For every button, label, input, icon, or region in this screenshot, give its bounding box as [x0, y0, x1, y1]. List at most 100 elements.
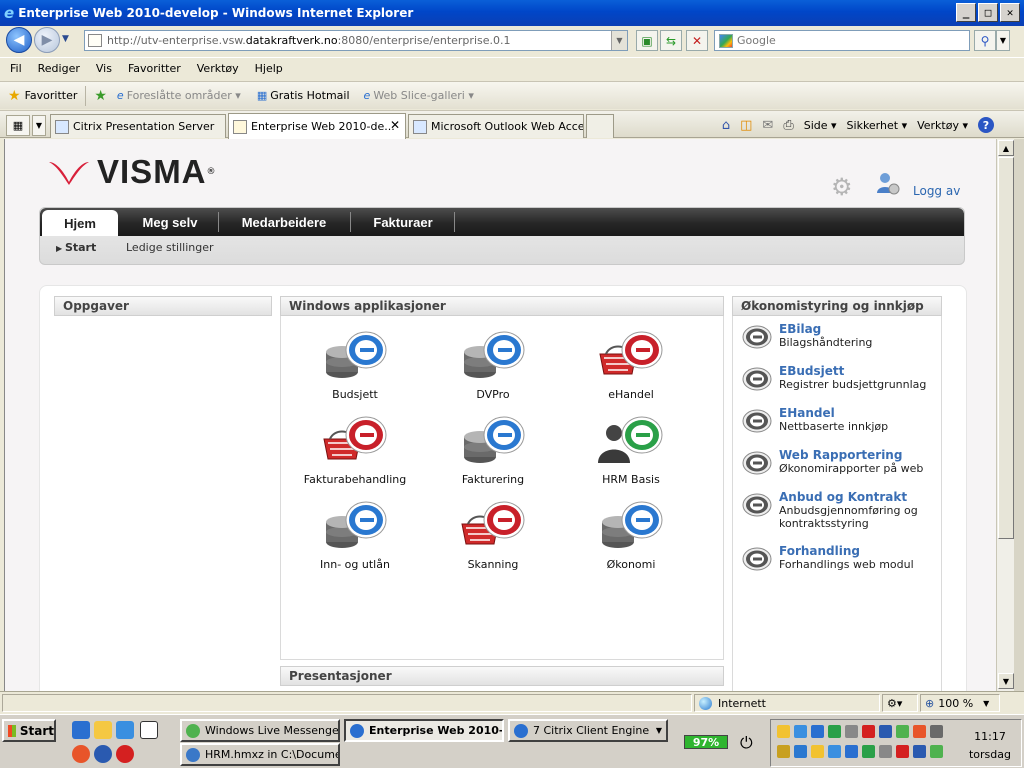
tray-icon[interactable] [862, 725, 875, 738]
safety-menu[interactable]: Sikkerhet ▾ [847, 119, 908, 132]
okonomi-item-title[interactable]: Forhandling [779, 544, 860, 558]
tray-icon[interactable] [930, 745, 943, 758]
page-menu[interactable]: Side ▾ [804, 119, 837, 132]
tray-icon[interactable] [811, 725, 824, 738]
stop-icon[interactable]: ✕ [686, 30, 708, 51]
nav-tab-meg-selv[interactable]: Meg selv [124, 208, 216, 236]
refresh-icon[interactable]: ⇆ [660, 30, 682, 51]
menu-favorites[interactable]: Favoritter [128, 62, 181, 75]
app-launcher-4[interactable]: Fakturering [433, 413, 553, 486]
nav-tab-fakturaer[interactable]: Fakturaer [354, 208, 452, 236]
mail-icon[interactable]: ✉ [762, 118, 773, 133]
app-quicklaunch-icon[interactable] [116, 721, 134, 739]
menu-help[interactable]: Hjelp [255, 62, 283, 75]
tray-icon[interactable] [896, 745, 909, 758]
tray-icon[interactable] [828, 725, 841, 738]
favorites-button[interactable]: Favoritter [25, 89, 78, 102]
maximize-button[interactable]: □ [978, 3, 998, 22]
okonomi-item-title[interactable]: EBilag [779, 322, 821, 336]
app-launcher-8[interactable]: Økonomi [571, 498, 691, 571]
search-go-icon[interactable]: ⚲ [974, 30, 996, 51]
app-launcher-6[interactable]: Inn- og utlån [295, 498, 415, 571]
clock-quicklaunch-icon[interactable] [94, 721, 112, 739]
tray-icon[interactable] [794, 745, 807, 758]
tab-enterprise-web[interactable]: Enterprise Web 2010-de... ✕ [228, 113, 406, 139]
taskbar-enterprise-web[interactable]: Enterprise Web 2010-... [344, 719, 504, 742]
minimize-button[interactable]: _ [956, 3, 976, 22]
tray-icon[interactable] [811, 745, 824, 758]
tray-icon[interactable] [777, 725, 790, 738]
feeds-icon[interactable]: ◫ [740, 118, 752, 133]
logout-link[interactable]: Logg av [913, 184, 960, 198]
nav-tab-medarbeidere[interactable]: Medarbeidere [222, 208, 346, 236]
tray-icon[interactable] [896, 725, 909, 738]
print-icon[interactable]: ⎙ [783, 118, 793, 133]
tray-icon[interactable] [879, 745, 892, 758]
scroll-thumb[interactable] [998, 157, 1014, 539]
security-zone[interactable]: Internett [694, 694, 880, 712]
app-launcher-0[interactable]: Budsjett [295, 328, 415, 401]
close-button[interactable]: ✕ [1000, 3, 1020, 22]
menu-view[interactable]: Vis [96, 62, 112, 75]
quick-tabs-icon[interactable]: ▦ [6, 115, 30, 136]
taskbar-citrix[interactable]: 7 Citrix Client Engine ▼ [508, 719, 668, 742]
tray-icon[interactable] [913, 745, 926, 758]
forward-button[interactable]: ▶ [34, 27, 60, 53]
tray-icon[interactable] [879, 725, 892, 738]
media-quicklaunch-icon[interactable] [94, 745, 112, 763]
firefox-quicklaunch-icon[interactable] [72, 745, 90, 763]
compatibility-icon[interactable]: ▣ [636, 30, 658, 51]
ie-quicklaunch-icon[interactable] [72, 721, 90, 739]
app-launcher-7[interactable]: Skanning [433, 498, 553, 571]
tray-icon[interactable] [845, 745, 858, 758]
okonomi-item-title[interactable]: EBudsjett [779, 364, 844, 378]
home-icon[interactable]: ⌂ [722, 118, 730, 133]
search-options-icon[interactable]: ▼ [996, 30, 1010, 51]
zoom-control[interactable]: ⊕ 100 % ▼ [920, 694, 1000, 712]
tab-citrix[interactable]: Citrix Presentation Server [50, 114, 226, 138]
add-favorite-icon[interactable]: ★ [94, 88, 107, 104]
taskbar-messenger[interactable]: Windows Live Messenger [180, 719, 340, 742]
sub-nav-start[interactable]: ▶ Start [56, 241, 96, 254]
address-input[interactable]: http://utv-enterprise.vsw. datakraftverk.… [84, 30, 628, 51]
okonomi-item-title[interactable]: Web Rapportering [779, 448, 902, 462]
tray-icon[interactable] [794, 725, 807, 738]
app-launcher-2[interactable]: eHandel [571, 328, 691, 401]
app-launcher-3[interactable]: Fakturabehandling [295, 413, 415, 486]
help-icon[interactable]: ? [978, 117, 994, 133]
address-dropdown-icon[interactable]: ▼ [611, 31, 627, 50]
back-button[interactable]: ◀ [6, 27, 32, 53]
nav-tab-hjem[interactable]: Hjem [42, 210, 118, 236]
opera-quicklaunch-icon[interactable] [116, 745, 134, 763]
scroll-down-icon[interactable]: ▼ [998, 673, 1014, 689]
taskbar-hrm[interactable]: HRM.hmxz in C:\Docume... [180, 743, 340, 766]
search-input[interactable]: Google [714, 30, 970, 51]
tray-icon[interactable] [862, 745, 875, 758]
okonomi-item-title[interactable]: EHandel [779, 406, 835, 420]
menu-file[interactable]: Fil [10, 62, 22, 75]
tray-icon[interactable] [828, 745, 841, 758]
clock[interactable]: 11:17 torsdag [969, 728, 1011, 764]
fav-suggested-sites[interactable]: Foreslåtte områder ▾ [127, 89, 241, 102]
new-tab-button[interactable] [586, 114, 614, 138]
app-launcher-1[interactable]: DVPro [433, 328, 553, 401]
close-tab-icon[interactable]: ✕ [390, 118, 400, 132]
notepad-quicklaunch-icon[interactable] [140, 721, 158, 739]
protected-mode-icon[interactable]: ⚙▾ [882, 694, 918, 712]
fav-hotmail[interactable]: Gratis Hotmail [270, 89, 349, 102]
menu-edit[interactable]: Rediger [38, 62, 80, 75]
tab-outlook[interactable]: Microsoft Outlook Web Access [408, 114, 584, 138]
tray-icon[interactable] [845, 725, 858, 738]
sub-nav-ledige-stillinger[interactable]: Ledige stillinger [126, 241, 214, 254]
tools-menu[interactable]: Verktøy ▾ [917, 119, 968, 132]
vertical-scrollbar[interactable]: ▲ ▼ [996, 139, 1014, 691]
fav-web-slice[interactable]: Web Slice-galleri ▾ [373, 89, 474, 102]
scroll-up-icon[interactable]: ▲ [998, 140, 1014, 156]
tab-list-icon[interactable]: ▼ [32, 115, 46, 136]
settings-gear-icon[interactable]: ⚙ [831, 173, 853, 201]
tray-icon[interactable] [777, 745, 790, 758]
history-dropdown-icon[interactable]: ▼ [62, 34, 69, 44]
start-button[interactable]: Start [2, 719, 56, 742]
app-launcher-5[interactable]: HRM Basis [571, 413, 691, 486]
menu-tools[interactable]: Verktøy [197, 62, 239, 75]
